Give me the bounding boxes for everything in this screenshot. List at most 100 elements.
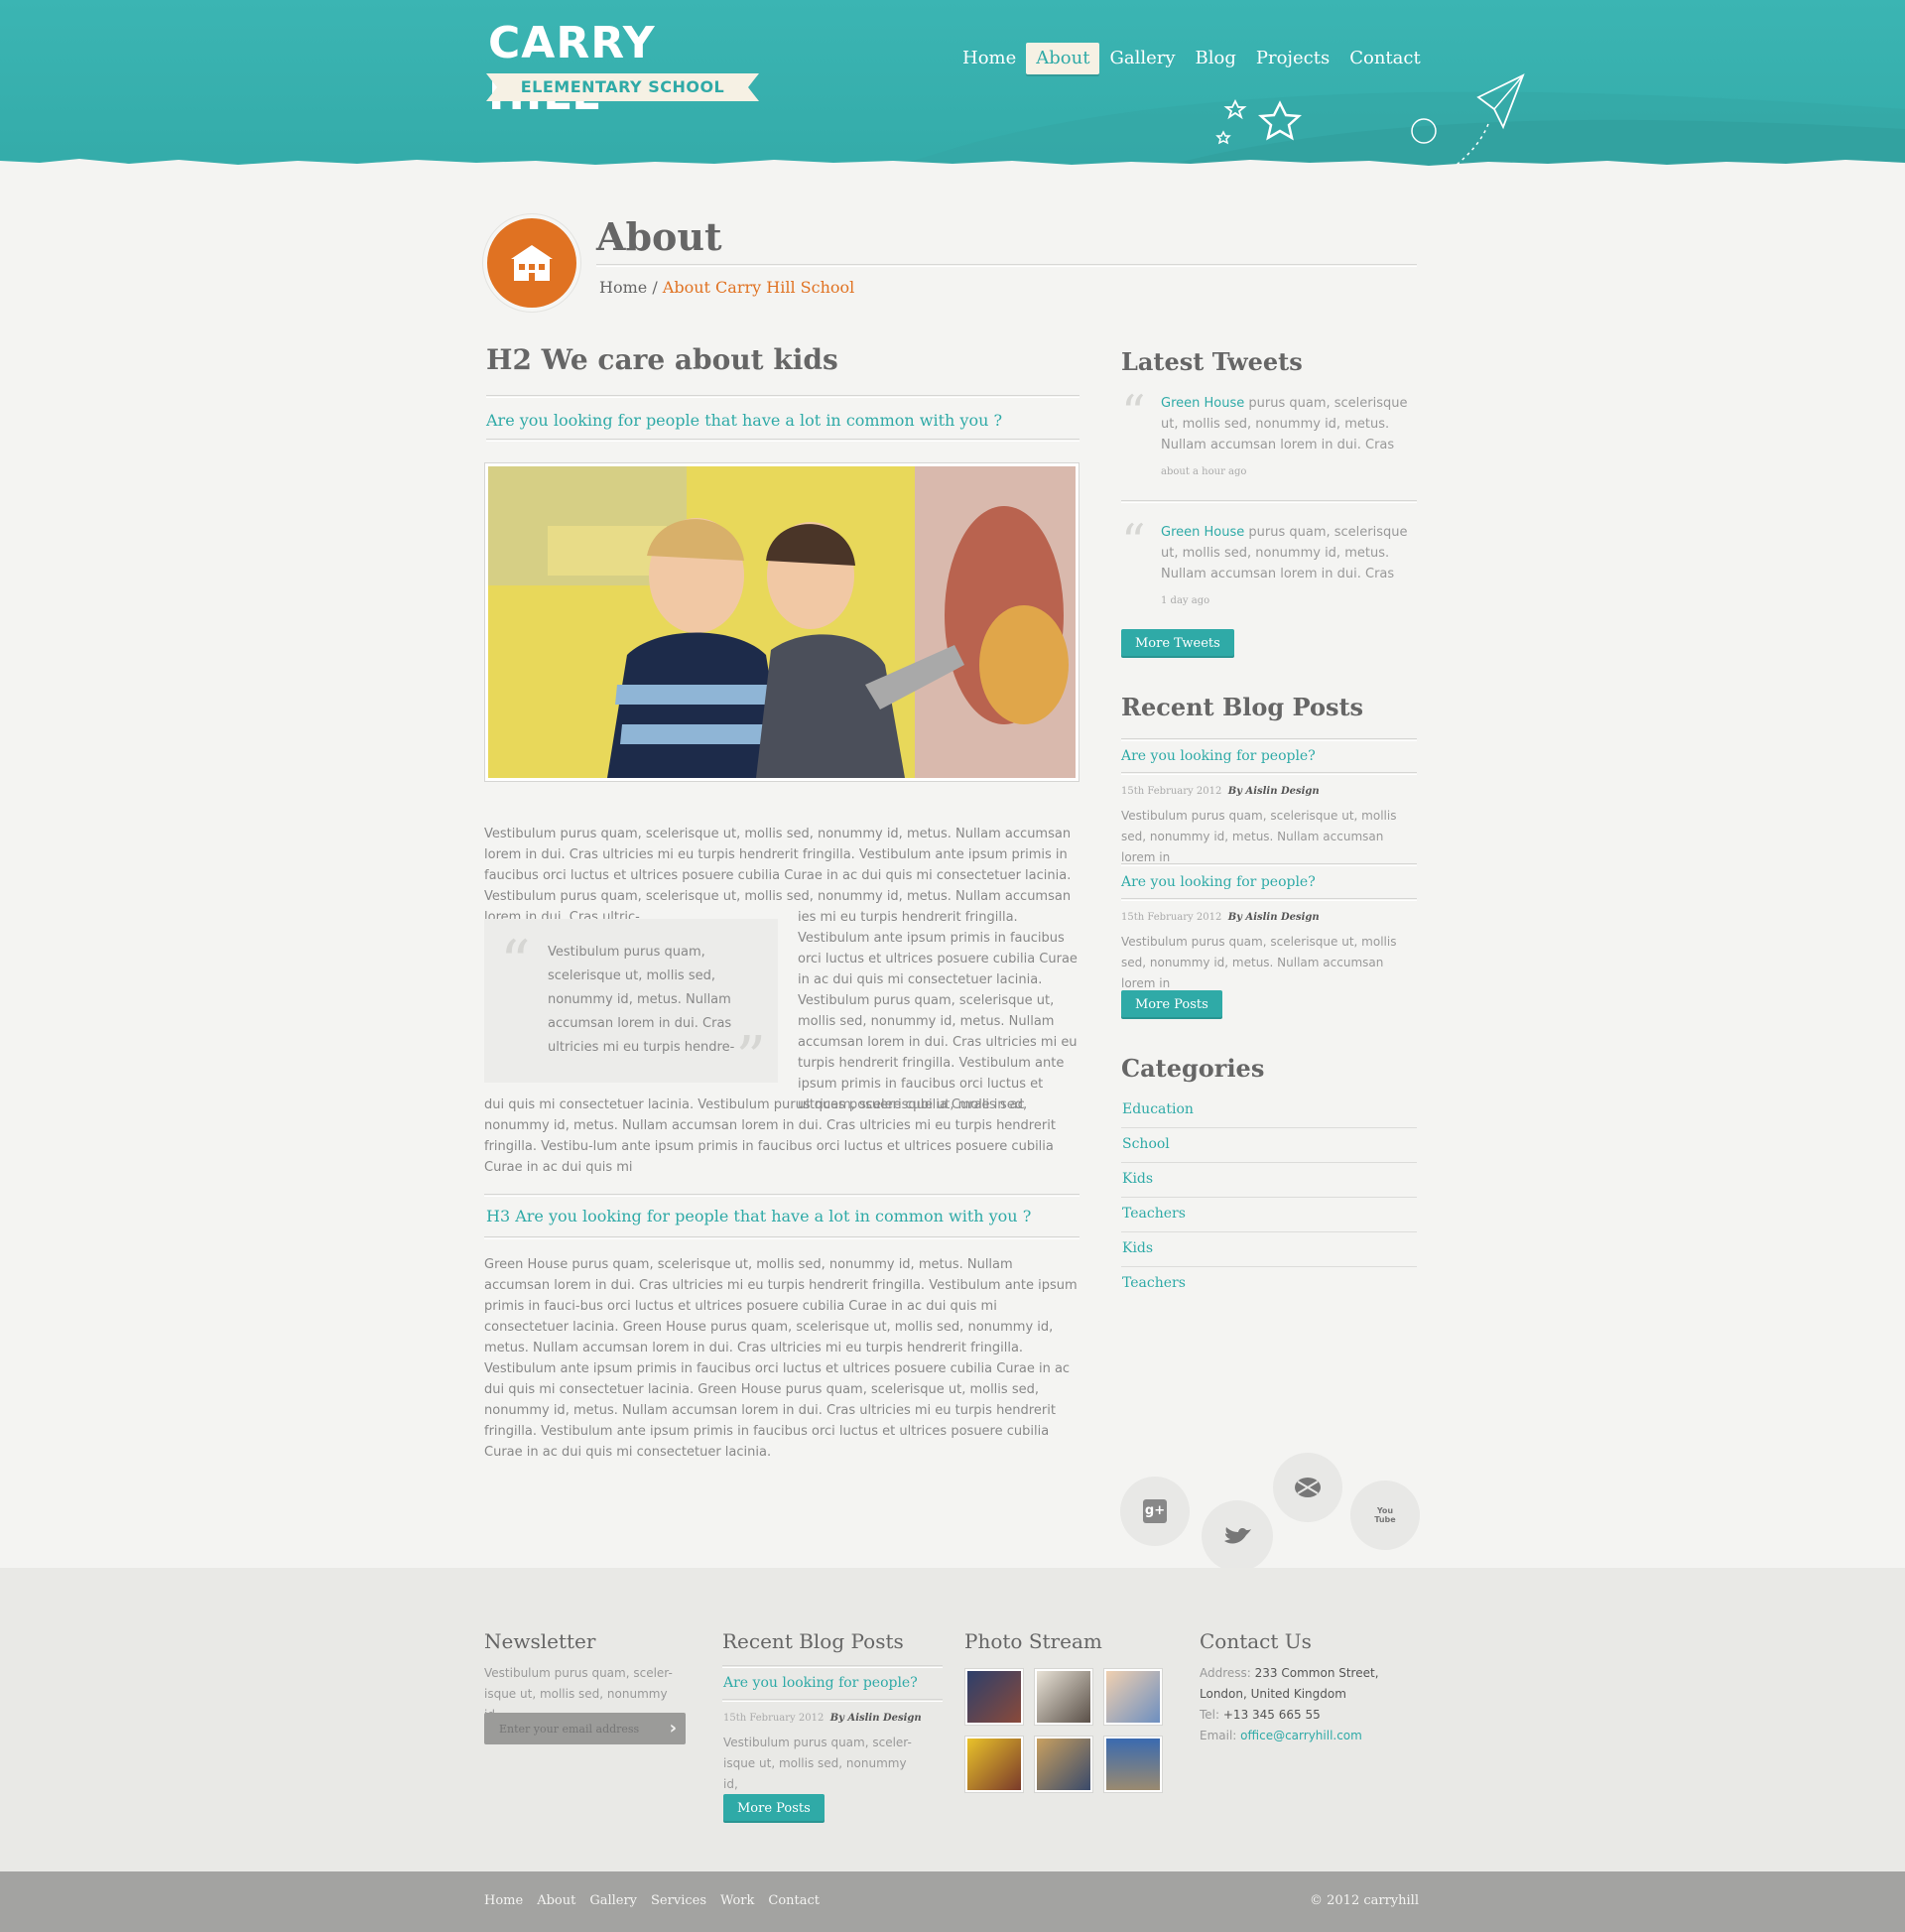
tweet-author[interactable]: Green House <box>1161 525 1244 540</box>
recent-posts-heading: Recent Blog Posts <box>1121 693 1364 721</box>
photo-thumbnail[interactable] <box>1104 1737 1162 1792</box>
email-link[interactable]: office@carryhill.com <box>1240 1729 1362 1742</box>
bottom-bar: Home About Gallery Services Work Contact… <box>0 1871 1905 1932</box>
footer-nav-home[interactable]: Home <box>484 1893 523 1908</box>
category-link[interactable]: Kids <box>1121 1163 1417 1198</box>
post-author: By Aislin Design <box>1227 912 1320 923</box>
divider <box>596 264 1417 267</box>
post-date: 15th February 2012 <box>1121 912 1222 923</box>
photo-thumbnail[interactable] <box>965 1737 1023 1792</box>
tel-label: Tel: <box>1200 1708 1223 1722</box>
googleplus-button[interactable]: g+ <box>1120 1477 1190 1546</box>
post-meta: 15th February 2012 By Aislin Design <box>723 1713 922 1724</box>
breadcrumb-home[interactable]: Home <box>599 278 647 297</box>
breadcrumb-separator: / <box>647 278 663 297</box>
youtube-icon: You Tube <box>1374 1506 1396 1524</box>
footer-nav-work[interactable]: Work <box>720 1893 754 1908</box>
address-value: 233 Common Street, <box>1254 1666 1379 1680</box>
category-link[interactable]: Teachers <box>1121 1267 1417 1302</box>
blockquote-text: Vestibulum purus quam, scelerisque ut, m… <box>548 945 735 1055</box>
tweet: “ Green House purus quam, scelerisque ut… <box>1121 389 1417 455</box>
divider <box>1121 863 1417 866</box>
contact-details: Address: 233 Common Street, London, Unit… <box>1200 1663 1418 1746</box>
post-date: 15th February 2012 <box>723 1713 825 1724</box>
categories-heading: Categories <box>1121 1054 1265 1083</box>
post-date: 15th February 2012 <box>1121 786 1222 797</box>
newsletter-email-input[interactable] <box>484 1713 658 1744</box>
footer-nav-about[interactable]: About <box>537 1893 575 1908</box>
post-title-link[interactable]: Are you looking for people? <box>1121 742 1316 770</box>
tweet: “ Green House purus quam, scelerisque ut… <box>1121 518 1417 584</box>
quote-icon: “ <box>1121 514 1146 570</box>
photo-thumbnail[interactable] <box>1035 1669 1092 1725</box>
more-tweets-button[interactable]: More Tweets <box>1121 629 1234 658</box>
tweets-heading: Latest Tweets <box>1121 347 1303 376</box>
tel-value: +13 345 665 55 <box>1222 1708 1321 1722</box>
footer-nav: Home About Gallery Services Work Contact <box>484 1893 820 1908</box>
page-home-icon <box>483 214 580 312</box>
footer-nav-services[interactable]: Services <box>651 1893 706 1908</box>
photo-stream-heading: Photo Stream <box>964 1629 1102 1653</box>
category-list: Education School Kids Teachers Kids Teac… <box>1121 1094 1417 1302</box>
divider <box>1121 898 1417 901</box>
footer-nav-contact[interactable]: Contact <box>768 1893 820 1908</box>
newsletter-heading: Newsletter <box>484 1629 596 1653</box>
footer-more-posts-button[interactable]: More Posts <box>723 1794 825 1823</box>
divider <box>722 1699 943 1702</box>
category-link[interactable]: School <box>1121 1128 1417 1163</box>
category-link[interactable]: Education <box>1121 1094 1417 1128</box>
breadcrumb-current: About Carry Hill School <box>662 278 855 297</box>
post-excerpt: Vestibulum purus quam, sceler-isque ut, … <box>723 1736 912 1791</box>
category-link[interactable]: Kids <box>1121 1232 1417 1267</box>
h3-heading: H3 Are you looking for people that have … <box>486 1207 1032 1225</box>
footer-post-title-link[interactable]: Are you looking for people? <box>723 1669 918 1697</box>
chevron-right-icon[interactable]: › <box>670 1718 677 1739</box>
contact-email: Email: office@carryhill.com <box>1200 1726 1418 1746</box>
address-line2: London, United Kingdom <box>1200 1687 1346 1701</box>
photo-thumbnail[interactable] <box>1035 1737 1092 1792</box>
footer-nav-gallery[interactable]: Gallery <box>589 1893 637 1908</box>
newsletter-form: › <box>484 1713 686 1744</box>
tweet-author[interactable]: Green House <box>1161 396 1244 411</box>
quote-icon: “ <box>1121 385 1146 441</box>
page-title: About <box>596 214 722 259</box>
paragraph: ies mi eu turpis hendrerit fringilla. Ve… <box>798 910 1078 1112</box>
open-quote-icon: “ <box>500 928 531 997</box>
nav-about[interactable]: About <box>1026 43 1100 74</box>
divider <box>722 1665 943 1668</box>
hero-image-frame <box>484 462 1080 782</box>
kids-photo[interactable] <box>488 466 1076 778</box>
address-label: Address: <box>1200 1666 1255 1680</box>
divider <box>486 439 1080 442</box>
contact-address: Address: 233 Common Street, <box>1200 1663 1418 1684</box>
googleplus-icon: g+ <box>1143 1499 1167 1523</box>
divider <box>1121 500 1417 503</box>
contact-tel: Tel: +13 345 665 55 <box>1200 1705 1418 1726</box>
post-excerpt: Vestibulum purus quam, scelerisque ut, m… <box>1121 809 1397 864</box>
post-meta: 15th February 2012 By Aislin Design <box>1121 912 1320 923</box>
twitter-bird-icon <box>1224 1527 1251 1544</box>
email-button[interactable] <box>1273 1453 1342 1522</box>
post-excerpt: Vestibulum purus quam, scelerisque ut, m… <box>1121 935 1397 990</box>
divider <box>484 1194 1080 1197</box>
photo-thumbnail[interactable] <box>965 1669 1023 1725</box>
blockquote: “ Vestibulum purus quam, scelerisque ut,… <box>484 919 778 1089</box>
post-meta: 15th February 2012 By Aislin Design <box>1121 786 1320 797</box>
post-title-link[interactable]: Are you looking for people? <box>1121 868 1316 896</box>
photo-thumbnail[interactable] <box>1104 1669 1162 1725</box>
nav-gallery[interactable]: Gallery <box>1099 43 1185 74</box>
post-author: By Aislin Design <box>829 1713 922 1724</box>
logo[interactable]: CARRY HILL ELEMENTARY SCHOOL <box>486 18 759 120</box>
breadcrumb: Home / About Carry Hill School <box>599 278 854 297</box>
footer-blog-heading: Recent Blog Posts <box>722 1629 904 1653</box>
nav-home[interactable]: Home <box>952 43 1026 74</box>
divider <box>1121 738 1417 741</box>
youtube-button[interactable]: You Tube <box>1350 1481 1420 1550</box>
paragraph: dui quis mi consectetuer lacinia. Vestib… <box>484 1097 1056 1175</box>
site-footer: Newsletter Vestibulum purus quam, sceler… <box>0 1568 1905 1871</box>
kids-photo-illustration <box>488 466 1076 778</box>
more-posts-button[interactable]: More Posts <box>1121 990 1222 1019</box>
category-link[interactable]: Teachers <box>1121 1198 1417 1232</box>
close-quote-icon: ” <box>735 1024 766 1094</box>
divider <box>486 395 1080 398</box>
